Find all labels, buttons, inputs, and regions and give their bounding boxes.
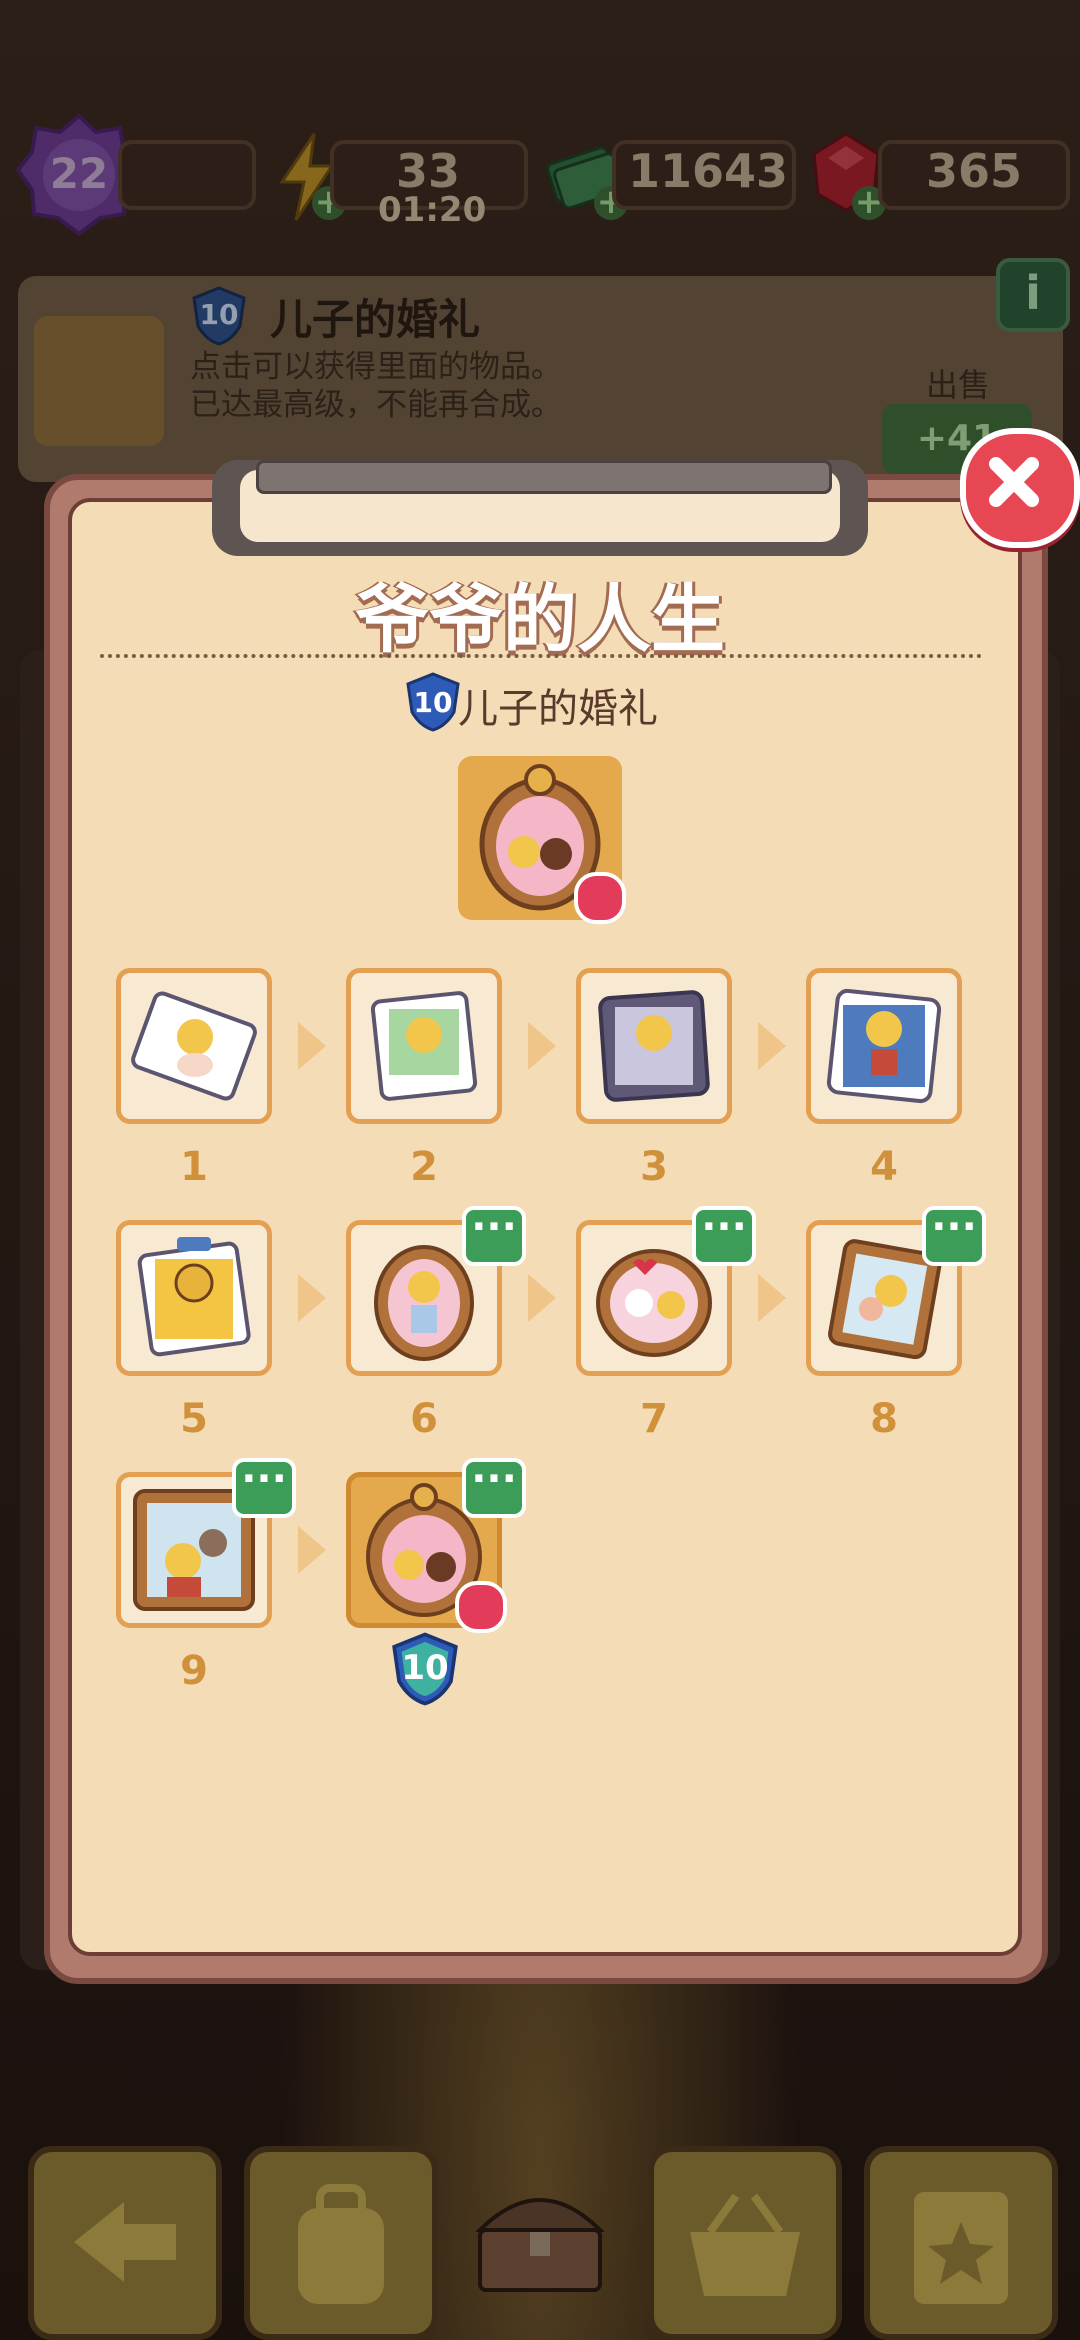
chain-arrow [758,1274,786,1322]
chain-item-3[interactable] [576,968,732,1124]
max-level-crown-icon [574,872,626,924]
more-badge[interactable]: ··· [922,1206,986,1266]
item-number-5: 5 [180,1396,208,1442]
item-number-3: 3 [640,1144,668,1190]
backpack-button[interactable] [244,2146,438,2340]
close-button[interactable] [960,428,1080,548]
max-level-crown-icon [455,1581,507,1633]
teen-photo-icon [137,1237,251,1357]
treasure-chest-icon[interactable] [470,2180,610,2300]
back-button[interactable] [28,2146,222,2340]
item-number-8: 8 [870,1396,898,1442]
chain-arrow [758,1022,786,1070]
chain-item-1[interactable] [116,968,272,1124]
chain-item-4[interactable] [806,968,962,1124]
subtitle-level-value: 10 [413,686,453,719]
item-number-4: 4 [870,1144,898,1190]
back-arrow-icon [74,2202,176,2282]
panel-title: 爷爷的人生 [355,577,725,663]
chain-arrow [528,1022,556,1070]
title-divider [100,654,982,658]
more-badge[interactable]: ··· [232,1458,296,1518]
more-badge[interactable]: ··· [462,1206,526,1266]
chain-item-5[interactable] [116,1220,272,1376]
clipboard-star-icon [914,2192,1008,2304]
selected-item-tile[interactable] [458,756,626,924]
item-number-7: 7 [640,1396,668,1442]
more-badge[interactable]: ··· [692,1206,756,1266]
item-number-6: 6 [410,1396,438,1442]
item-number-1: 1 [180,1144,208,1190]
chain-arrow [528,1274,556,1322]
baby-photo-icon [131,991,257,1101]
chain-arrow [298,1274,326,1322]
close-icon [989,457,1039,507]
item-number-9: 9 [180,1648,208,1694]
chain-item-2[interactable] [346,968,502,1124]
basket-icon [690,2193,800,2296]
chain-arrow [298,1022,326,1070]
tasks-button[interactable] [864,2146,1058,2340]
toddler-photo-icon [370,991,478,1101]
item-number-2: 2 [410,1144,438,1190]
child-photo-icon [598,990,710,1102]
more-badge[interactable]: ··· [462,1458,526,1518]
boy-photo-icon [826,988,942,1104]
item-number-10: 10 [401,1648,449,1688]
shop-basket-button[interactable] [648,2146,842,2340]
panel-subtitle: 儿子的婚礼 [458,686,658,732]
chain-arrow [298,1526,326,1574]
backpack-icon [298,2184,384,2304]
clipboard-bar [256,460,832,494]
